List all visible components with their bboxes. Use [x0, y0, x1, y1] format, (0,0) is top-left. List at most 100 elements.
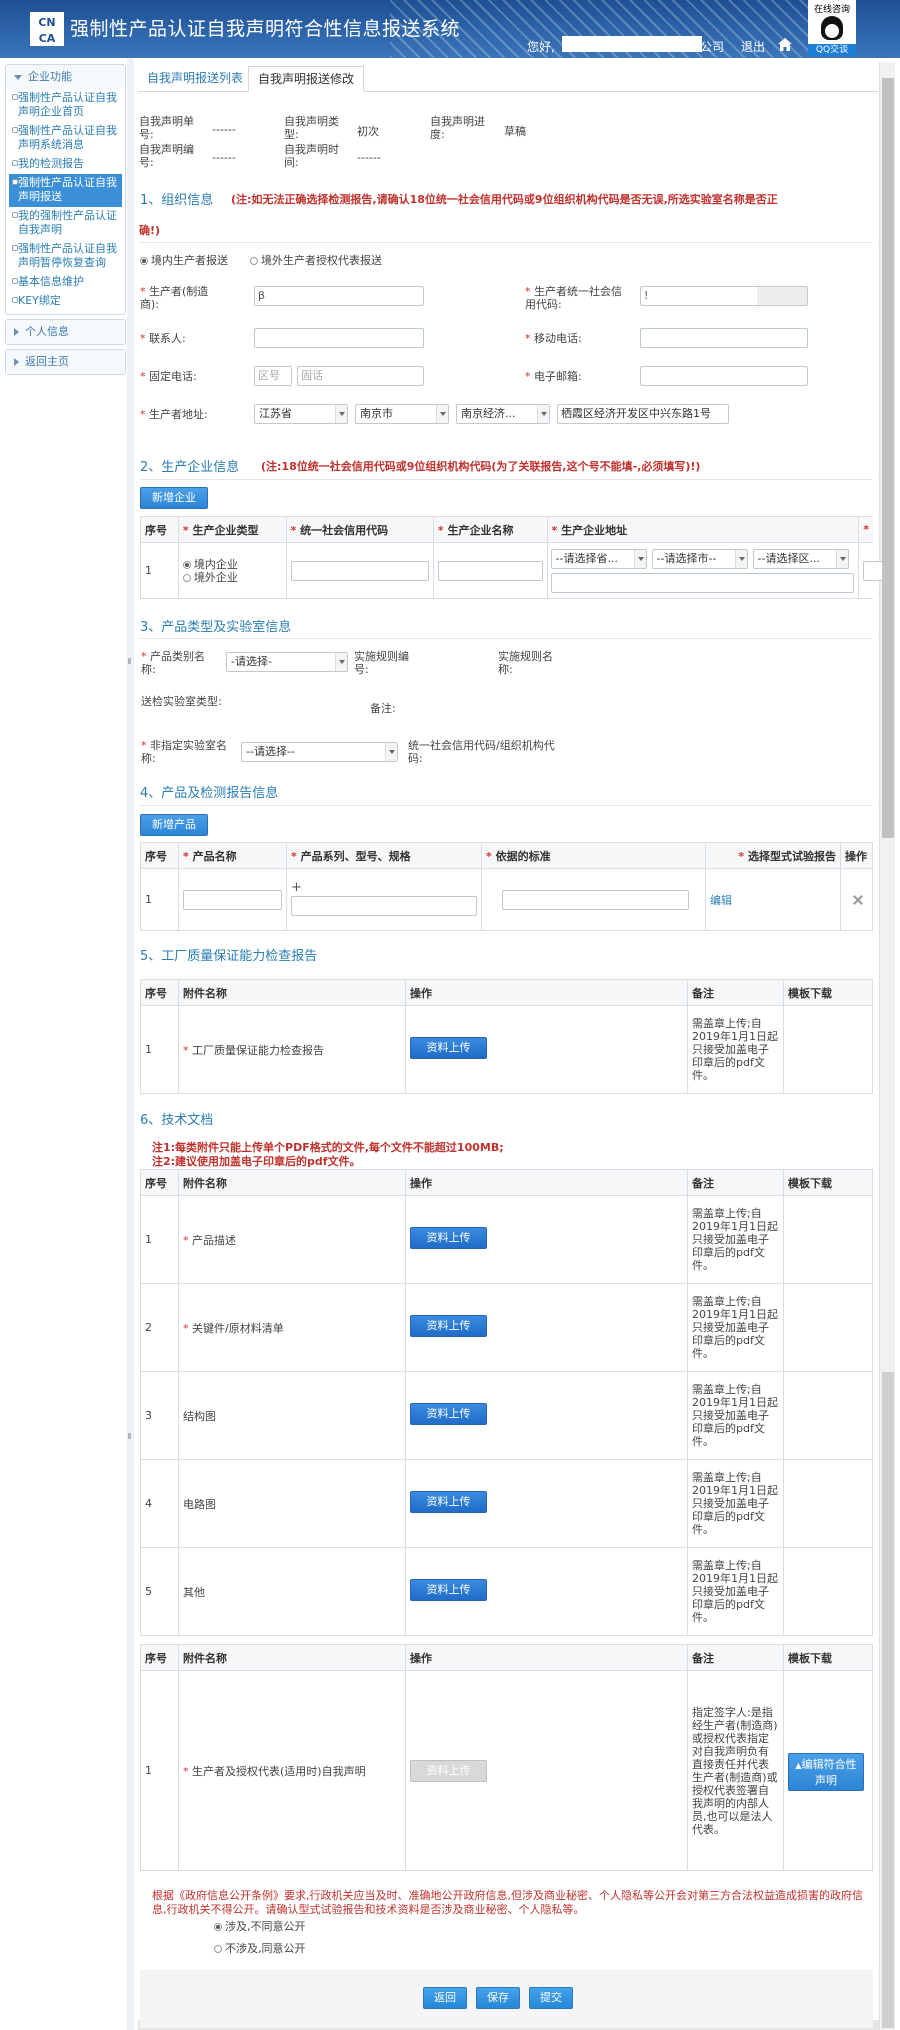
- upload-button[interactable]: 资料上传: [410, 1315, 487, 1337]
- sidebar-group-home[interactable]: 返回主页: [5, 349, 126, 375]
- lab-type-label: 送检实验室类型:: [141, 695, 222, 708]
- section-org-warning-cont: 确!): [139, 224, 161, 237]
- col-header: 备注: [687, 1644, 784, 1671]
- cell: 资料上传: [405, 1459, 688, 1548]
- qq-chat-button[interactable]: 在线咨询 QQ交谈: [808, 0, 856, 56]
- radio-overseas[interactable]: 境外生产者授权代表报送: [250, 254, 382, 267]
- submit-button[interactable]: 提交: [529, 1987, 573, 2009]
- back-button[interactable]: 返回: [423, 1987, 467, 2009]
- chevron-down-icon: [14, 74, 22, 80]
- tab-submission-edit[interactable]: 自我声明报送修改: [248, 66, 365, 92]
- save-button[interactable]: 保存: [476, 1987, 520, 2009]
- maker-input[interactable]: β: [254, 286, 424, 306]
- sidebar-item-suspend-query[interactable]: 强制性产品认证自我声明暂停恢复查询: [6, 240, 125, 273]
- product-model-input[interactable]: [291, 896, 477, 916]
- radio-not-disclose[interactable]: 涉及,不同意公开: [214, 1920, 306, 1933]
- vertical-scrollbar[interactable]: [879, 62, 895, 2030]
- delete-icon[interactable]: [853, 895, 863, 905]
- col-header: 序号: [140, 842, 179, 869]
- category-label: * 产品类别名称:: [141, 650, 205, 676]
- credit-code-input[interactable]: !: [640, 286, 808, 306]
- district-select[interactable]: 南京经济...: [456, 404, 550, 424]
- city-select[interactable]: 南京市: [355, 404, 449, 424]
- radio-domestic-enterprise[interactable]: 境内企业: [182, 558, 282, 571]
- enterprise-name-input[interactable]: [437, 560, 543, 581]
- contact-input[interactable]: [254, 328, 424, 348]
- col-header: 附件名称: [178, 1169, 406, 1196]
- mobile-input[interactable]: [640, 328, 808, 348]
- col-header: 序号: [140, 1169, 179, 1196]
- address-input[interactable]: 栖霞区经济开发区中兴东路1号: [557, 404, 729, 424]
- add-model-icon[interactable]: +: [291, 881, 477, 894]
- remark-label: 备注:: [370, 702, 396, 715]
- radio-domestic[interactable]: 境内生产者报送: [140, 254, 228, 267]
- col-header: 备注: [687, 979, 784, 1006]
- user-greeting: 您好,: [527, 40, 555, 54]
- sidebar-item-submit[interactable]: 强制性产品认证自我声明报送: [9, 174, 122, 207]
- section-producer-warning: (注:18位统一社会信用代码或9位组织机构代码(为了关联报告,这个号不能填-,必…: [261, 460, 701, 473]
- add-enterprise-button[interactable]: 新增企业: [140, 487, 208, 509]
- phone-input[interactable]: 固话: [297, 366, 424, 386]
- sidebar-item-key[interactable]: KEY绑定: [6, 292, 125, 311]
- enterprise-credit-input[interactable]: [290, 560, 429, 581]
- lab-name-select[interactable]: --请选择--: [241, 742, 398, 762]
- home-icon[interactable]: [778, 38, 792, 51]
- divider: [140, 479, 873, 480]
- rule-no-label: 实施规则编号:: [354, 650, 409, 676]
- enterprise-city-select[interactable]: --请选择市--: [651, 549, 748, 569]
- upload-button[interactable]: 资料上传: [410, 1403, 487, 1425]
- radio-unchecked-icon: [182, 573, 191, 582]
- section-tech-doc-title: 6、技术文档: [140, 1113, 214, 1128]
- standard-input[interactable]: [502, 889, 689, 910]
- cell: 资料上传: [405, 1195, 688, 1284]
- section-product-type-title: 3、产品类型及实验室信息: [140, 620, 292, 635]
- attachment-note: 需盖章上传;自2019年1月1日起只接受加盖电子印章后的pdf文件。: [687, 1371, 784, 1460]
- sidebar-item-my-declarations[interactable]: 我的强制性产品认证自我声明: [6, 207, 125, 240]
- upload-button[interactable]: 资料上传: [410, 1227, 487, 1249]
- sidebar-splitter[interactable]: [127, 58, 134, 2030]
- upload-button[interactable]: 资料上传: [410, 1579, 487, 1601]
- enterprise-address-input[interactable]: [550, 573, 854, 593]
- sidebar-item-home[interactable]: 强制性产品认证自我声明企业首页: [6, 89, 125, 122]
- col-header: * 依据的标准: [481, 842, 706, 869]
- declaration-type-label: 自我声明类型:: [284, 115, 339, 141]
- enterprise-district-select[interactable]: --请选择区...: [752, 549, 849, 569]
- add-product-button[interactable]: 新增产品: [140, 814, 208, 836]
- producer-table: 序号 * 生产企业类型 * 统一社会信用代码 * 生产企业名称 * 生产企业地址…: [140, 516, 884, 599]
- splitter-handle-icon: [128, 658, 132, 664]
- sidebar-group-header[interactable]: 企业功能: [6, 65, 125, 89]
- col-header: 模板下载: [783, 979, 873, 1006]
- declaration-type-value: 初次: [357, 125, 379, 138]
- logout-link[interactable]: 退出: [741, 38, 765, 55]
- enterprise-province-select[interactable]: --请选择省...: [550, 549, 647, 569]
- sidebar-item-basic-info[interactable]: 基本信息维护: [6, 273, 125, 292]
- row-no: 3: [140, 1371, 179, 1460]
- radio-unchecked-icon: [250, 257, 258, 265]
- edit-report-link[interactable]: 编辑: [710, 894, 732, 907]
- upload-button[interactable]: 资料上传: [410, 1491, 487, 1513]
- col-header: 附件名称: [178, 979, 406, 1006]
- upload-button[interactable]: 资料上传: [410, 1037, 487, 1059]
- area-code-input[interactable]: 区号: [254, 366, 292, 386]
- email-input[interactable]: [640, 366, 808, 386]
- product-name-input[interactable]: [183, 889, 282, 910]
- attachment-name: 结构图: [178, 1371, 406, 1460]
- col-header: * 产品系列、型号、规格: [286, 842, 482, 869]
- scrollbar-thumb[interactable]: [882, 78, 894, 838]
- sidebar-item-reports[interactable]: 我的检测报告: [6, 155, 125, 174]
- sidebar-item-messages[interactable]: 强制性产品认证自我声明系统消息: [6, 122, 125, 155]
- edit-declaration-template-button[interactable]: ▲编辑符合性声明: [788, 1753, 864, 1791]
- province-select[interactable]: 江苏省: [254, 404, 348, 424]
- declaration-time-label: 自我声明时间:: [284, 143, 339, 169]
- radio-disclose[interactable]: 不涉及,同意公开: [214, 1942, 306, 1955]
- overflow-input[interactable]: [863, 561, 884, 581]
- sidebar-group-personal[interactable]: 个人信息: [5, 319, 126, 345]
- tech-doc-table: 序号 附件名称 操作 备注 模板下载 1 * 产品描述 资料上传 需盖章上传;自201…: [140, 1169, 873, 1636]
- tab-submission-list[interactable]: 自我声明报送列表: [138, 66, 252, 92]
- attachment-note: 需盖章上传;自2019年1月1日起只接受加盖电子印章后的pdf文件。: [687, 1195, 784, 1284]
- category-select[interactable]: -请选择-: [226, 652, 348, 672]
- col-header: 备注: [687, 1169, 784, 1196]
- rule-name-label: 实施规则名称:: [498, 650, 553, 676]
- radio-overseas-enterprise[interactable]: 境外企业: [182, 571, 282, 584]
- col-header: * 选择型式试验报告: [705, 842, 841, 869]
